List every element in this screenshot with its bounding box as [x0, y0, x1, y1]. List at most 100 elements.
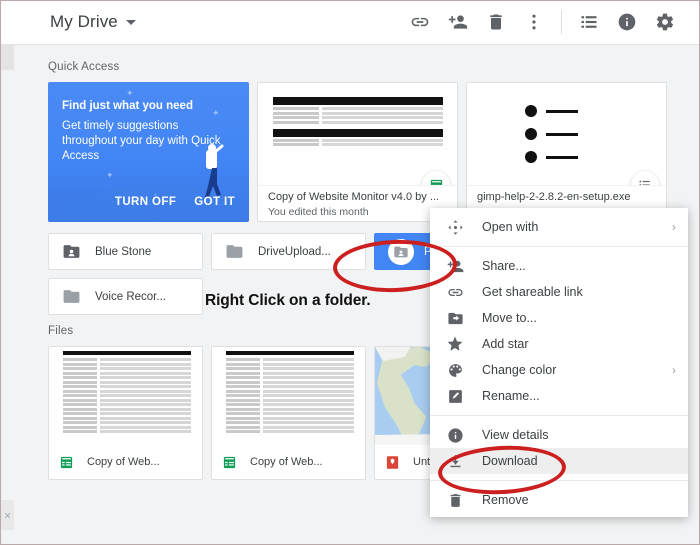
- menu-divider: [430, 246, 688, 247]
- folder-name: Blue Stone: [95, 245, 152, 258]
- drive-window: My Drive Quick Access ✦ ✦ ✦ Find just wh…: [0, 0, 700, 545]
- menu-item-open-with[interactable]: Open with ›: [430, 214, 688, 240]
- preview-header-bar: [273, 97, 443, 105]
- file-name: Copy of Web...: [250, 456, 323, 468]
- chevron-down-icon: [125, 19, 136, 25]
- menu-item-move-to[interactable]: Move to...: [430, 305, 688, 331]
- menu-item-get-shareable-link[interactable]: Get shareable link: [430, 279, 688, 305]
- trash-icon: [444, 489, 466, 511]
- menu-item-label: Add star: [482, 337, 529, 351]
- folder-item-blue-stone[interactable]: Blue Stone: [48, 233, 203, 270]
- shared-folder-icon: [394, 246, 408, 257]
- trash-icon[interactable]: [477, 3, 515, 41]
- card-thumbnail: [467, 83, 666, 186]
- move-to-icon: [444, 307, 466, 329]
- folder-name: Voice Recor...: [95, 290, 166, 303]
- menu-item-label: Get shareable link: [482, 285, 583, 299]
- card-title: Copy of Website Monitor v4.0 by ...: [268, 191, 439, 203]
- menu-item-label: Open with: [482, 220, 539, 234]
- person-add-icon: [444, 255, 466, 277]
- quick-access-label: Quick Access: [48, 61, 120, 73]
- promo-actions: TURN OFF GOT IT: [48, 196, 249, 208]
- menu-item-label: Share...: [482, 259, 526, 273]
- spreadsheet-preview: [226, 351, 354, 435]
- quick-access-row: ✦ ✦ ✦ ✦ Find just what you need Get time…: [48, 82, 700, 222]
- link-icon[interactable]: [401, 3, 439, 41]
- menu-item-view-details[interactable]: View details: [430, 422, 688, 448]
- folder-icon: [63, 290, 80, 303]
- menu-divider: [430, 480, 688, 481]
- star-icon: [444, 333, 466, 355]
- sheets-icon: [60, 456, 73, 468]
- sheets-icon: [422, 171, 450, 185]
- toolbar-actions: [401, 3, 700, 41]
- menu-item-label: Change color: [482, 363, 557, 377]
- folder-item-voice-recordings[interactable]: Voice Recor...: [48, 278, 203, 315]
- chevron-right-icon: ›: [672, 363, 676, 377]
- rename-icon: [444, 385, 466, 407]
- file-thumbnail: [49, 347, 202, 445]
- person-add-icon[interactable]: [439, 3, 477, 41]
- card-thumbnail: [258, 83, 457, 186]
- quick-access-card[interactable]: Copy of Website Monitor v4.0 by ... You …: [257, 82, 458, 222]
- got-it-button[interactable]: GOT IT: [194, 196, 235, 208]
- bullet-list-preview: [525, 105, 578, 174]
- spreadsheet-preview: [63, 351, 191, 435]
- sparkle-icon: ✦: [126, 88, 134, 98]
- menu-item-add-star[interactable]: Add star: [430, 331, 688, 357]
- menu-item-label: Download: [482, 454, 538, 468]
- instruction-annotation: Right Click on a folder.: [205, 292, 371, 309]
- list-icon: [631, 171, 659, 185]
- list-view-icon[interactable]: [570, 3, 608, 41]
- menu-item-share[interactable]: Share...: [430, 253, 688, 279]
- quick-access-promo-card: ✦ ✦ ✦ ✦ Find just what you need Get time…: [48, 82, 249, 222]
- chevron-right-icon: ›: [672, 220, 676, 234]
- menu-item-download[interactable]: Download: [430, 448, 688, 474]
- info-icon: [444, 424, 466, 446]
- menu-item-change-color[interactable]: Change color ›: [430, 357, 688, 383]
- menu-item-label: Remove: [482, 493, 529, 507]
- file-thumbnail: [212, 347, 365, 445]
- gear-icon[interactable]: [646, 3, 684, 41]
- file-footer: Copy of Web...: [212, 445, 365, 479]
- spreadsheet-preview: [273, 97, 443, 148]
- page-title: My Drive: [50, 12, 118, 31]
- rail-placeholder: [0, 45, 14, 70]
- file-footer: Copy of Web...: [49, 445, 202, 479]
- sparkle-icon: ✦: [212, 108, 220, 118]
- file-card[interactable]: Copy of Web...: [48, 346, 203, 480]
- card-title: gimp-help-2-2.8.2-en-setup.exe: [477, 191, 631, 203]
- file-card[interactable]: Copy of Web...: [211, 346, 366, 480]
- open-with-icon: [444, 216, 466, 238]
- context-menu: Open with › Share... Get shareable link: [430, 208, 688, 517]
- map-pin-icon: [386, 455, 399, 469]
- person-illustration: [205, 144, 224, 197]
- promo-heading: Find just what you need: [62, 100, 193, 112]
- close-icon[interactable]: [0, 500, 14, 530]
- menu-item-label: View details: [482, 428, 549, 442]
- file-name: Copy of Web...: [87, 456, 160, 468]
- link-icon: [444, 281, 466, 303]
- download-icon: [444, 450, 466, 472]
- turn-off-button[interactable]: TURN OFF: [115, 196, 176, 208]
- palette-icon: [444, 359, 466, 381]
- menu-item-rename[interactable]: Rename...: [430, 383, 688, 409]
- menu-divider: [430, 415, 688, 416]
- menu-item-label: Rename...: [482, 389, 540, 403]
- quick-access-card[interactable]: gimp-help-2-2.8.2-en-setup.exe: [466, 82, 667, 222]
- folder-icon: [226, 245, 243, 258]
- menu-item-label: Move to...: [482, 311, 537, 325]
- card-subtitle: You edited this month: [268, 206, 369, 218]
- top-toolbar: My Drive: [0, 0, 700, 45]
- menu-item-remove[interactable]: Remove: [430, 487, 688, 513]
- sparkle-icon: ✦: [106, 170, 114, 180]
- selected-folder-avatar: [388, 238, 414, 265]
- card-footer: Copy of Website Monitor v4.0 by ... You …: [258, 186, 457, 221]
- info-icon[interactable]: [608, 3, 646, 41]
- sheets-icon: [223, 456, 236, 468]
- shared-folder-icon: [63, 245, 80, 258]
- folder-item-driveupload[interactable]: DriveUpload...: [211, 233, 366, 270]
- more-vert-icon[interactable]: [515, 3, 553, 41]
- toolbar-divider: [561, 10, 562, 34]
- drive-title-dropdown[interactable]: My Drive: [0, 12, 136, 32]
